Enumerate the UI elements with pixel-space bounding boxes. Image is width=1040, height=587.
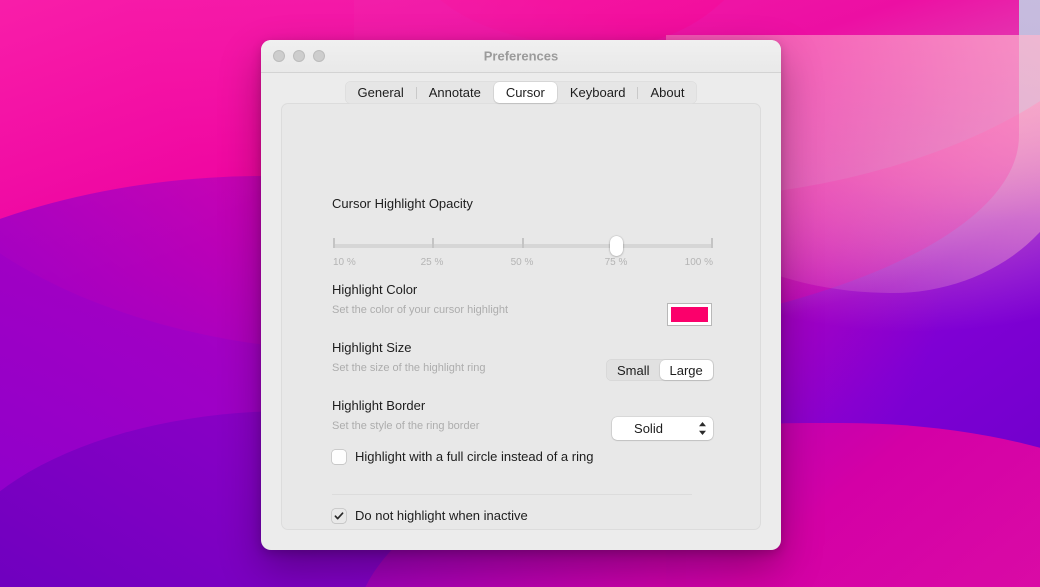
tab-bar: General Annotate Cursor Keyboard About: [261, 81, 781, 104]
inactive-checkbox-row[interactable]: Do not highlight when inactive: [332, 508, 528, 523]
inactive-checkbox[interactable]: [332, 509, 346, 523]
slider-tick-label: 25 %: [421, 257, 444, 268]
highlight-color-well[interactable]: [667, 303, 712, 326]
tab-cursor[interactable]: Cursor: [494, 82, 557, 103]
highlight-size-label: Highlight Size: [332, 340, 412, 355]
preferences-window: Preferences General Annotate Cursor Keyb…: [261, 40, 781, 550]
highlight-border-popup-button[interactable]: Solid: [612, 417, 713, 440]
slider-thumb[interactable]: [610, 236, 623, 256]
tab-keyboard[interactable]: Keyboard: [558, 82, 638, 103]
popup-selected-value: Solid: [612, 421, 691, 436]
highlight-color-sublabel: Set the color of your cursor highlight: [332, 304, 508, 316]
tab-about[interactable]: About: [638, 82, 696, 103]
highlight-color-label: Highlight Color: [332, 282, 417, 297]
tab-annotate[interactable]: Annotate: [417, 82, 493, 103]
opacity-label: Cursor Highlight Opacity: [332, 196, 473, 211]
window-title: Preferences: [261, 49, 781, 64]
slider-tick-label: 100 %: [685, 257, 713, 268]
highlight-border-sublabel: Set the style of the ring border: [332, 420, 479, 432]
slider-tick: [711, 238, 713, 248]
highlight-border-label: Highlight Border: [332, 398, 425, 413]
slider-tick-label: 10 %: [333, 257, 356, 268]
highlight-size-segmented-control: Small Large: [606, 359, 714, 381]
desktop-wallpaper: Preferences General Annotate Cursor Keyb…: [0, 0, 1040, 587]
segment-large[interactable]: Large: [660, 360, 713, 380]
full-circle-checkbox[interactable]: [332, 450, 346, 464]
tab-general[interactable]: General: [346, 82, 416, 103]
color-swatch: [671, 307, 708, 322]
slider-tick: [432, 238, 434, 248]
slider-tick: [522, 238, 524, 248]
opacity-slider[interactable]: 10 % 25 % 50 % 75 % 100 %: [333, 233, 713, 273]
slider-tick: [333, 238, 335, 248]
chevron-up-down-icon: [691, 421, 713, 436]
inactive-label: Do not highlight when inactive: [355, 508, 528, 523]
slider-tick-label: 50 %: [511, 257, 534, 268]
segment-small[interactable]: Small: [607, 360, 660, 380]
window-titlebar: Preferences: [261, 40, 781, 73]
slider-tick-label: 75 %: [605, 257, 628, 268]
section-divider: [332, 494, 692, 495]
full-circle-label: Highlight with a full circle instead of …: [355, 449, 593, 464]
highlight-size-sublabel: Set the size of the highlight ring: [332, 362, 485, 374]
full-circle-checkbox-row[interactable]: Highlight with a full circle instead of …: [332, 449, 593, 464]
cursor-settings-panel: Cursor Highlight Opacity 10 % 25 % 50 % …: [281, 103, 761, 530]
